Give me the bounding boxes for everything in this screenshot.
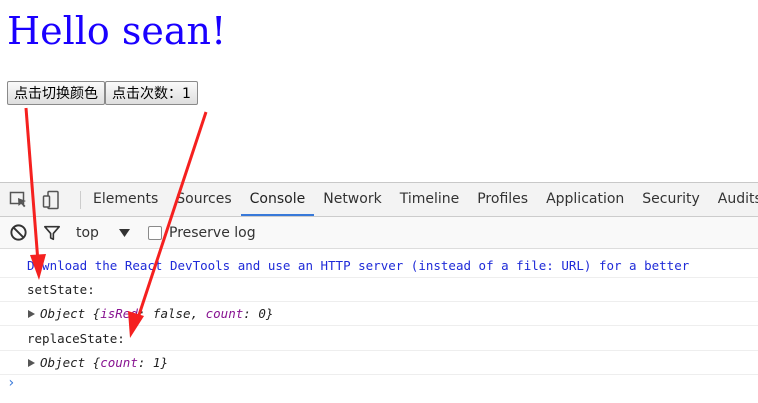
toolbar-separator	[80, 191, 81, 209]
console-object-row[interactable]: Object {count: 1}	[0, 351, 758, 375]
preserve-log-label: Preserve log	[169, 224, 256, 241]
preserve-log-option[interactable]: Preserve log	[148, 217, 256, 248]
tab-profiles[interactable]: Profiles	[468, 183, 537, 216]
object-preview: Object {isRed: false, count: 0}	[40, 306, 274, 321]
click-count-button[interactable]: 点击次数：1	[105, 81, 198, 105]
tab-elements[interactable]: Elements	[84, 183, 167, 216]
button-row: 点击切换颜色 点击次数：1	[7, 81, 198, 105]
devtools-hint-message: Download the React DevTools and use an H…	[27, 258, 690, 273]
tab-network[interactable]: Network	[314, 183, 390, 216]
tab-console[interactable]: Console	[240, 183, 315, 216]
console-prompt[interactable]: ›	[7, 375, 15, 391]
toggle-color-button[interactable]: 点击切换颜色	[7, 81, 105, 105]
devtools-tabs: Elements Sources Console Network Timelin…	[84, 183, 758, 216]
inspect-icon[interactable]	[9, 190, 29, 210]
expand-triangle-icon[interactable]	[28, 359, 35, 367]
dropdown-triangle-icon[interactable]	[119, 217, 130, 248]
context-selector[interactable]: top	[76, 217, 99, 248]
devtools-panel: Elements Sources Console Network Timelin…	[0, 182, 758, 403]
object-preview: Object {count: 1}	[40, 355, 168, 370]
expand-triangle-icon[interactable]	[28, 310, 35, 318]
console-output: Download the React DevTools and use an H…	[0, 249, 758, 403]
tab-timeline[interactable]: Timeline	[391, 183, 469, 216]
page-content: Hello sean! 点击切换颜色 点击次数：1	[0, 0, 758, 180]
device-toggle-icon[interactable]	[42, 190, 62, 210]
tab-sources[interactable]: Sources	[167, 183, 240, 216]
console-message: Download the React DevTools and use an H…	[0, 254, 758, 278]
filter-icon[interactable]	[43, 224, 61, 242]
clear-console-icon[interactable]	[9, 223, 28, 242]
tab-security[interactable]: Security	[633, 183, 709, 216]
preserve-log-checkbox[interactable]	[148, 225, 162, 240]
console-message: replaceState:	[0, 327, 758, 351]
console-object-row[interactable]: Object {isRed: false, count: 0}	[0, 302, 758, 326]
setstate-label: setState:	[27, 282, 95, 297]
console-message: setState:	[0, 278, 758, 302]
replacestate-label: replaceState:	[27, 331, 125, 346]
console-filter-bar: top Preserve log	[0, 217, 758, 249]
tab-application[interactable]: Application	[537, 183, 633, 216]
devtools-tabbar: Elements Sources Console Network Timelin…	[0, 183, 758, 217]
page-heading: Hello sean!	[7, 9, 227, 53]
context-label: top	[76, 224, 99, 241]
tab-audits[interactable]: Audits	[709, 183, 758, 216]
